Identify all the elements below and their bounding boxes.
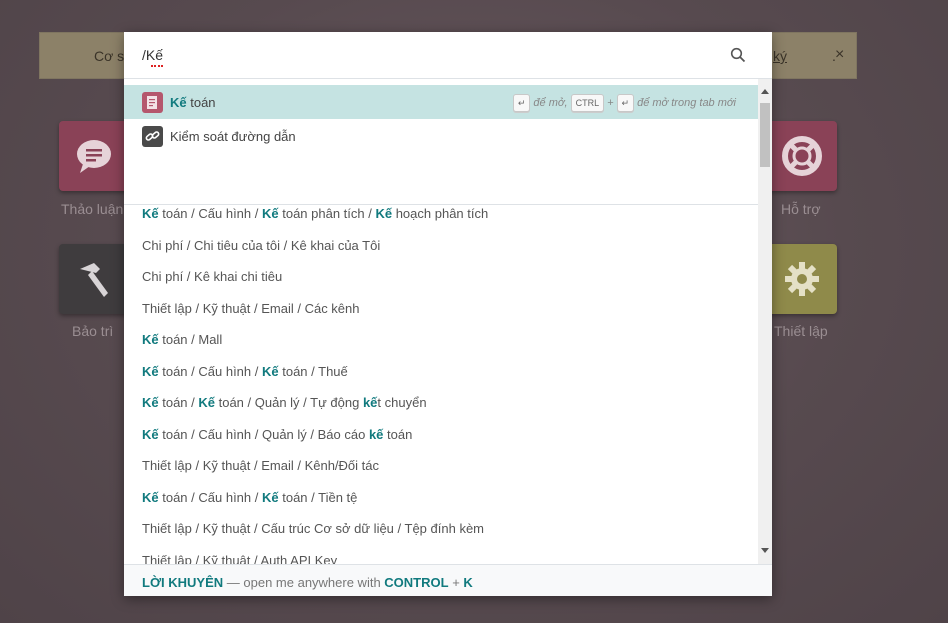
result-text: hoạch phân tích (392, 206, 489, 221)
enter-key-badge: ↵ (512, 94, 531, 112)
app-maintenance-label: Bảo trì (72, 323, 114, 339)
menu-result-row[interactable]: Chi phí / Chi tiêu của tôi / Kê khai của… (142, 238, 380, 253)
match-highlight: Kế (142, 363, 159, 379)
app-maintenance[interactable] (59, 244, 129, 314)
result-text: Chi phí / Kê khai chi tiêu (142, 269, 283, 284)
app-settings-label: Thiết lập (774, 323, 828, 339)
command-search-input[interactable] (142, 47, 702, 63)
menu-result-row[interactable]: Thiết lập / Kỹ thuật / Cấu trúc Cơ sở dữ… (142, 521, 484, 536)
result-text: toán phân tích / (278, 206, 376, 221)
menu-result-row[interactable]: Kế toán / Cấu hình / Quản lý / Báo cáo k… (142, 427, 412, 442)
result-text: toán / Cấu hình / (158, 206, 262, 221)
match-highlight: Kế (142, 426, 159, 442)
app-discuss[interactable] (59, 121, 129, 191)
menu-result-row[interactable]: Thiết lập / Kỹ thuật / Auth API Key (142, 553, 337, 565)
hint-text-open: để mở, (533, 97, 568, 109)
menu-result-row[interactable]: Kế toán / Cấu hình / Kế toán phân tích /… (142, 206, 488, 221)
result-text: toán / Cấu hình / (158, 363, 262, 379)
result-link-tracker[interactable]: Kiểm soát đường dẫn (124, 119, 758, 153)
result-text: Thiết lập / Kỹ thuật / Auth API Key (142, 552, 338, 565)
match-highlight: Kế (142, 332, 159, 347)
scrollbar-thumb[interactable] (760, 103, 770, 167)
match-highlight: Kế (261, 489, 279, 505)
menu-result-row[interactable]: Thiết lập / Kỹ thuật / Email / Kênh/Đối … (142, 458, 379, 473)
lifebuoy-icon (782, 136, 822, 176)
enter-key-badge-2: ↵ (616, 94, 635, 112)
command-palette-footer: LỜI KHUYÊN — open me anywhere with CONTR… (124, 564, 772, 596)
result-text: t chuyển (377, 395, 427, 410)
result-label: Kiểm soát đường dẫn (170, 129, 296, 144)
menu-result-row[interactable]: Kế toán / Kế toán / Quản lý / Tự động kế… (142, 395, 427, 410)
footer-key-control: CONTROL (384, 575, 449, 590)
search-icon[interactable] (730, 47, 746, 63)
result-text: toán / Quản lý / Tự động (215, 395, 363, 410)
result-text: toán / (158, 395, 199, 410)
result-text: Thiết lập / Kỹ thuật / Email / Kênh/Đối … (142, 458, 380, 473)
footer-text: — open me anywhere with (223, 575, 385, 590)
banner-close-button[interactable]: × (835, 46, 844, 64)
command-search-bar (124, 32, 772, 79)
result-text: toán / Cấu hình / Quản lý / Báo cáo (158, 426, 369, 442)
hammer-icon (80, 263, 108, 297)
gear-icon (785, 262, 819, 296)
results-divider (124, 204, 758, 205)
result-text: Thiết lập / Kỹ thuật / Email / Các kênh (142, 300, 360, 316)
hint-text-newtab: để mở trong tab mới (637, 97, 736, 109)
result-text: toán / Cấu hình / (158, 489, 262, 505)
result-accounting-app[interactable]: Kế toán ↵ để mở, CTRL + ↵ để mở trong ta… (124, 85, 758, 119)
app-discuss-label: Thảo luận (61, 201, 124, 217)
banner-link[interactable]: ký (773, 48, 787, 64)
menu-result-row[interactable]: Thiết lập / Kỹ thuật / Email / Các kênh (142, 301, 360, 316)
ctrl-key-badge: CTRL (570, 94, 605, 112)
chat-icon (77, 140, 111, 173)
match-highlight: Kế (142, 489, 159, 505)
result-text: toán (383, 426, 413, 442)
result-text: toán / Thuế (278, 363, 348, 379)
menu-result-row[interactable]: Kế toán / Cấu hình / Kế toán / Tiền tệ (142, 490, 357, 505)
match-highlight: Kế (142, 395, 159, 410)
result-text: Chi phí / Chi tiêu của tôi / Kê khai của… (142, 237, 381, 253)
menu-result-row[interactable]: Kế toán / Mall (142, 332, 222, 347)
command-results-list: Kế toán ↵ để mở, CTRL + ↵ để mở trong ta… (124, 79, 758, 564)
match-highlight: Kế (375, 206, 393, 221)
hint-plus: + (607, 97, 614, 109)
link-icon (142, 126, 163, 147)
match-highlight: kế (362, 395, 378, 410)
results-scrollbar[interactable] (758, 79, 772, 564)
result-text: Thiết lập / Kỹ thuật / Cấu trúc Cơ sở dữ… (142, 521, 484, 536)
match-highlight: kế (368, 426, 384, 442)
spellcheck-underline (151, 64, 163, 67)
result-text: toán / Tiền tệ (278, 489, 358, 505)
footer-tip-label: LỜI KHUYÊN (142, 575, 224, 590)
menu-result-row[interactable]: Chi phí / Kê khai chi tiêu (142, 269, 282, 284)
footer-plus: + (448, 575, 464, 590)
scroll-down-arrow-icon[interactable] (761, 548, 769, 553)
footer-key-k: K (463, 575, 473, 590)
result-label: Kế toán (170, 95, 216, 110)
app-support-label: Hỗ trợ (781, 201, 821, 217)
scroll-up-arrow-icon[interactable] (761, 89, 769, 94)
app-settings[interactable] (767, 244, 837, 314)
match-highlight: Kế (198, 395, 215, 410)
app-support[interactable] (767, 121, 837, 191)
result-text: toán / Mall (158, 332, 223, 347)
match-highlight: Kế (261, 206, 279, 221)
keyboard-hint: ↵ để mở, CTRL + ↵ để mở trong tab mới (512, 94, 736, 112)
match-highlight: Kế (142, 206, 159, 221)
menu-result-row[interactable]: Kế toán / Cấu hình / Kế toán / Thuế (142, 364, 348, 379)
accounting-icon (142, 92, 163, 113)
match-highlight: Kế (261, 363, 279, 379)
command-palette: Kế toán ↵ để mở, CTRL + ↵ để mở trong ta… (124, 32, 772, 596)
